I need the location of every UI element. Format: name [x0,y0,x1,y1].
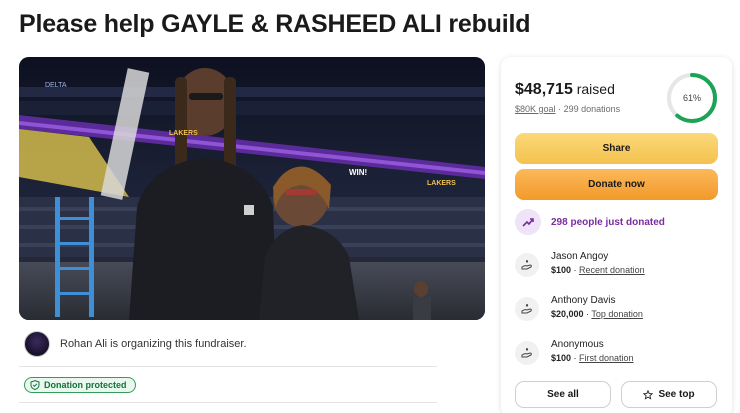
donor-name: Anthony Davis [551,295,616,306]
donate-now-button[interactable]: Donate now [515,169,718,200]
see-top-label: See top [658,389,695,400]
badge-label: Donation protected [44,380,127,390]
donation-hand-icon [515,341,539,365]
just-donated-text: 298 people just donated [551,216,665,228]
donor-name: Jason Angoy [551,251,609,262]
goal-meta: $80K goal · 299 donations [515,104,620,114]
shield-icon [30,380,40,390]
see-all-button[interactable]: See all [515,381,611,408]
progress-percent: 61% [682,93,701,103]
donor-separator: · [571,353,580,363]
donation-protected-badge[interactable]: Donation protected [24,377,136,393]
recent-donation-link[interactable]: Recent donation [579,265,645,275]
see-top-button[interactable]: See top [621,381,717,408]
goal-link[interactable]: $80K goal [515,104,556,114]
divider [19,366,437,367]
page-title: Please help GAYLE & RASHEED ALI rebuild [19,10,531,38]
arena-sign-lakers-2: LAKERS [427,180,456,187]
donation-count: 299 donations [563,104,621,114]
donor-item: Anonymous $100 · First donation [515,338,634,365]
star-icon [643,389,654,400]
see-all-label: See all [547,389,579,400]
arena-sign-lakers-1: LAKERS [169,130,198,137]
donation-hand-icon [515,297,539,321]
arena-sign-win: WIN! [349,168,367,177]
share-button[interactable]: Share [515,133,718,164]
meta-separator: · [558,104,562,114]
organizer-avatar[interactable] [24,331,50,357]
top-donation-link[interactable]: Top donation [591,309,643,319]
raised-suffix: raised [572,81,615,97]
divider [19,402,437,403]
donor-amount: $100 [551,265,572,275]
donor-name: Anonymous [551,339,604,350]
raised-amount: $48,715 [515,81,573,98]
campaign-photo[interactable]: DELTA LAKERS WIN! LAKERS [19,57,485,320]
donor-amount: $100 [551,353,572,363]
arena-photo-illustration: DELTA LAKERS WIN! LAKERS [19,57,485,320]
organizer-text: Rohan Ali is organizing this fundraiser. [60,338,247,350]
donation-card: $48,715 raised $80K goal · 299 donations… [501,57,732,413]
donation-hand-icon [515,253,539,277]
trending-up-icon [515,209,541,235]
donor-item: Anthony Davis $20,000 · Top donation [515,294,643,321]
just-donated-row: 298 people just donated [515,209,665,235]
organizer-row: Rohan Ali is organizing this fundraiser. [24,331,247,357]
arena-sign-delta: DELTA [45,82,67,89]
first-donation-link[interactable]: First donation [579,353,634,363]
donor-amount: $20,000 [551,309,584,319]
raised-amount-line: $48,715 raised [515,81,615,99]
donor-item: Jason Angoy $100 · Recent donation [515,250,645,277]
donor-separator: · [571,265,580,275]
